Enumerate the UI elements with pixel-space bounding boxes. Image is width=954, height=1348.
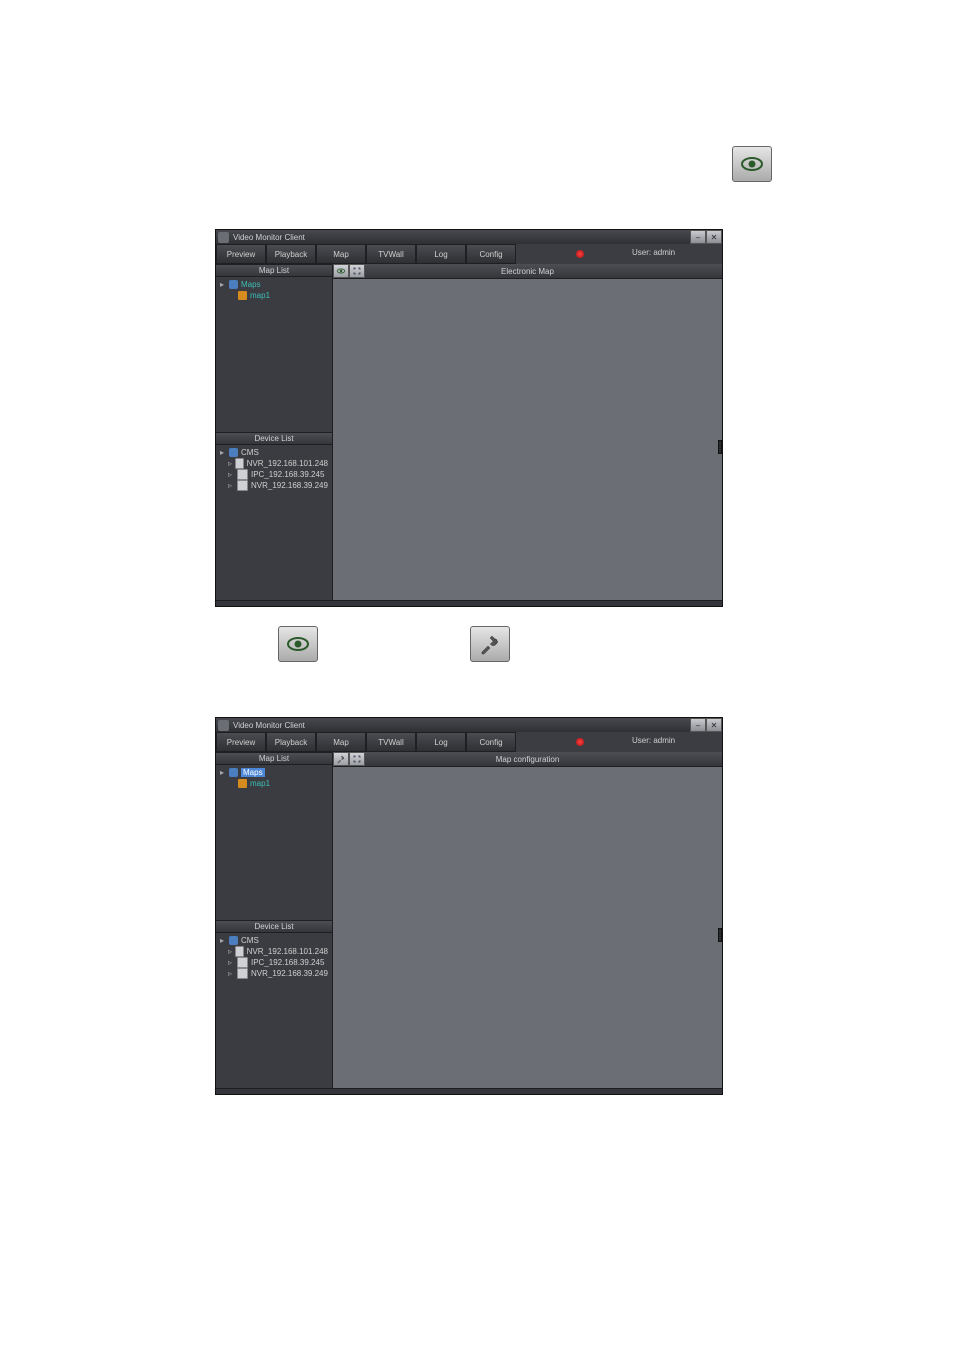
main-tabs: Preview Playback Map TVWall Log Config U… [216,732,722,752]
device-tree-item[interactable]: ▹ NVR_192.168.101.248 [220,458,328,469]
map-canvas[interactable] [333,767,722,1088]
close-button[interactable]: ✕ [706,718,722,732]
map-list-panel: ▸ Maps map1 [216,765,332,920]
device-label: NVR_192.168.39.249 [251,969,328,978]
device-list-panel: ▸ CMS ▹ NVR_192.168.101.248 ▹ IPC_192.16… [216,445,332,600]
title-bar: Video Monitor Client – ✕ [216,718,722,732]
device-tree-item[interactable]: ▹ NVR_192.168.39.249 [220,480,328,491]
map-toolbar: Map configuration [333,752,722,767]
device-tree-item[interactable]: ▹ NVR_192.168.101.248 [220,946,328,957]
sidebar: Map List ▸ Maps map1 Device List ▸ [216,752,333,1088]
device-tree-item[interactable]: ▹ NVR_192.168.39.249 [220,968,328,979]
device-icon [237,480,248,491]
device-list-header: Device List [216,432,332,445]
tab-playback[interactable]: Playback [266,732,316,752]
title-bar: Video Monitor Client – ✕ [216,230,722,244]
device-icon [237,968,248,979]
main-title: Map configuration [496,755,560,764]
window-controls: – ✕ [690,230,722,244]
status-bar [216,1088,722,1094]
window-controls: – ✕ [690,718,722,732]
map-icon [238,779,247,788]
device-icon [235,458,243,469]
map-tree-root[interactable]: ▸ Maps [220,279,328,290]
app-window: Video Monitor Client – ✕ Preview Playbac… [215,229,723,607]
map-icon [238,291,247,300]
tab-tvwall[interactable]: TVWall [366,244,416,264]
globe-icon [229,936,238,945]
cms-label: CMS [241,936,259,945]
main-tabs: Preview Playback Map TVWall Log Config U… [216,244,722,264]
tab-preview[interactable]: Preview [216,244,266,264]
app-icon [218,232,229,243]
device-icon [237,469,248,480]
device-label: NVR_192.168.101.248 [247,947,328,956]
app-title: Video Monitor Client [233,721,305,730]
alarm-indicator-icon[interactable] [576,738,584,746]
device-list-panel: ▸ CMS ▹ NVR_192.168.101.248 ▹ IPC_192.16… [216,933,332,1088]
map-list-panel: ▸ Maps map1 [216,277,332,432]
user-label: User: admin [632,248,675,257]
map-list-header: Map List [216,264,332,277]
alarm-indicator-icon[interactable] [576,250,584,258]
main-title: Electronic Map [501,267,554,276]
minimize-button[interactable]: – [690,230,706,244]
app-title: Video Monitor Client [233,233,305,242]
eye-icon [732,146,772,182]
app-window: Video Monitor Client – ✕ Preview Playbac… [215,717,723,1095]
globe-icon [229,280,238,289]
eye-button[interactable] [333,264,349,278]
device-tree-item[interactable]: ▹ IPC_192.168.39.245 [220,469,328,480]
maps-root-label: Maps [241,280,261,289]
globe-icon [229,448,238,457]
tab-config[interactable]: Config [466,732,516,752]
sidebar: Map List ▸ Maps map1 Device List ▸ [216,264,333,600]
device-label: IPC_192.168.39.245 [251,470,324,479]
map-item-label: map1 [250,291,270,300]
device-tree-root[interactable]: ▸ CMS [220,935,328,946]
maps-root-label: Maps [241,768,265,777]
device-tree-item[interactable]: ▹ IPC_192.168.39.245 [220,957,328,968]
map-tree-item[interactable]: map1 [220,290,328,301]
app-icon [218,720,229,731]
globe-icon [229,768,238,777]
tab-config[interactable]: Config [466,244,516,264]
minimize-button[interactable]: – [690,718,706,732]
device-list-header: Device List [216,920,332,933]
map-toolbar: Electronic Map [333,264,722,279]
fullscreen-button[interactable] [349,752,365,766]
device-label: IPC_192.168.39.245 [251,958,324,967]
main-area: Electronic Map [333,264,722,600]
map-tree-item[interactable]: map1 [220,778,328,789]
close-button[interactable]: ✕ [706,230,722,244]
device-label: NVR_192.168.39.249 [251,481,328,490]
tools-button[interactable] [333,752,349,766]
tab-tvwall[interactable]: TVWall [366,732,416,752]
cms-label: CMS [241,448,259,457]
tools-icon [470,626,510,662]
device-icon [237,957,248,968]
map-tree-root[interactable]: ▸ Maps [220,767,328,778]
fullscreen-button[interactable] [349,264,365,278]
side-handle[interactable] [718,928,722,942]
device-tree-root[interactable]: ▸ CMS [220,447,328,458]
tab-preview[interactable]: Preview [216,732,266,752]
device-icon [235,946,243,957]
tab-log[interactable]: Log [416,244,466,264]
side-handle[interactable] [718,440,722,454]
status-bar [216,600,722,606]
tab-playback[interactable]: Playback [266,244,316,264]
map-canvas[interactable] [333,279,722,600]
map-item-label: map1 [250,779,270,788]
tab-map[interactable]: Map [316,732,366,752]
tab-log[interactable]: Log [416,732,466,752]
eye-icon [278,626,318,662]
tab-map[interactable]: Map [316,244,366,264]
map-list-header: Map List [216,752,332,765]
user-label: User: admin [632,736,675,745]
device-label: NVR_192.168.101.248 [247,459,328,468]
main-area: Map configuration [333,752,722,1088]
